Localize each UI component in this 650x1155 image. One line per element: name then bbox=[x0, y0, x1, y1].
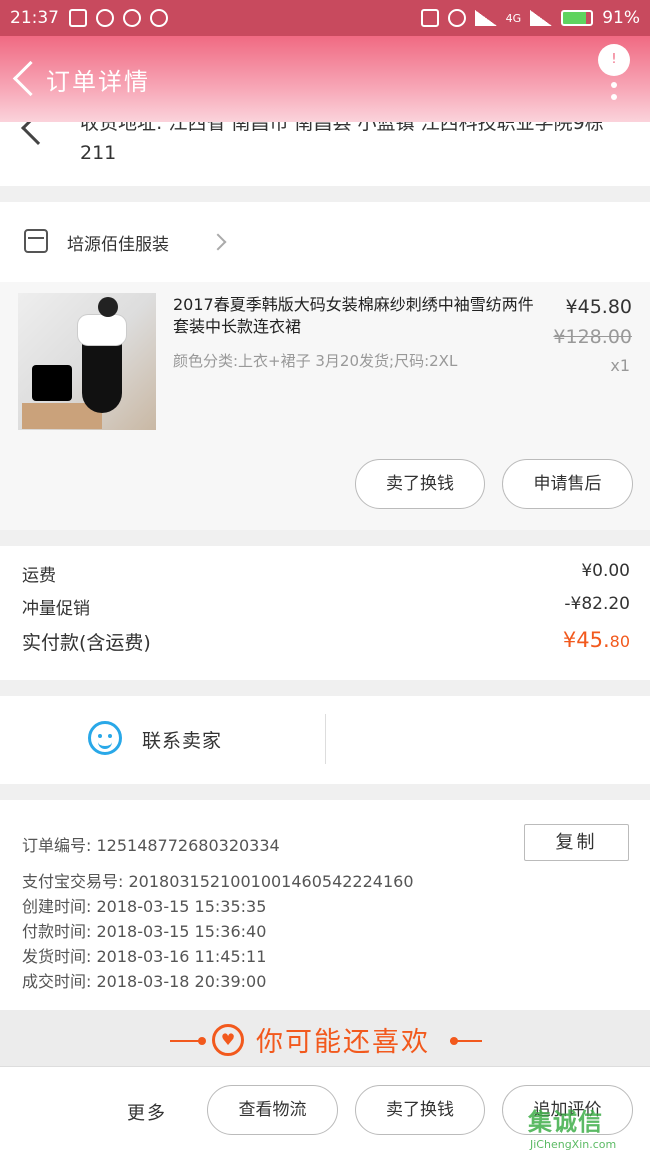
chevron-right-icon bbox=[209, 233, 227, 251]
vibrate-icon bbox=[420, 9, 439, 27]
alipay-number: 支付宝交易号: 2018031521001001460542224160 bbox=[22, 872, 414, 891]
sell-button[interactable]: 卖了换钱 bbox=[355, 459, 485, 509]
promo-label: 冲量促销 bbox=[22, 599, 90, 619]
wechat-icon bbox=[96, 9, 114, 27]
store-icon bbox=[24, 229, 48, 253]
shop-row[interactable]: 培源佰佳服装 bbox=[0, 202, 650, 282]
shipping-address: 收货地址: 江西省 南昌市 南昌县 小蓝镇 江西科技职业学院9栋211 bbox=[0, 122, 650, 186]
shipping-row: 运费 ¥0.00 bbox=[22, 561, 630, 586]
notification-icons bbox=[69, 9, 168, 27]
copy-button[interactable]: 复制 bbox=[524, 824, 629, 861]
contact-seller-button[interactable]: 联系卖家 bbox=[142, 726, 222, 753]
divider-line-right bbox=[450, 1040, 482, 1042]
signal-4g-icon bbox=[530, 10, 553, 26]
more-dot-icon bbox=[611, 94, 617, 100]
sell-button-bottom[interactable]: 卖了换钱 bbox=[355, 1085, 485, 1135]
battery-level: 91% bbox=[602, 8, 640, 28]
product-title[interactable]: 2017春夏季韩版大码女装棉麻纱刺绣中袖雪纺两件套装中长款连衣裙 bbox=[173, 294, 538, 338]
contact-bar: 联系卖家 bbox=[0, 696, 650, 784]
view-logistics-button[interactable]: 查看物流 bbox=[207, 1085, 338, 1135]
battery-icon bbox=[561, 10, 594, 26]
thumbnail-bag bbox=[32, 365, 72, 401]
shipping-label: 运费 bbox=[22, 566, 56, 586]
paid-value-cents: 80 bbox=[609, 632, 630, 651]
thumbnail-head bbox=[98, 297, 118, 317]
page-title: 订单详情 bbox=[46, 68, 150, 96]
more-button[interactable]: 更多 bbox=[127, 1099, 167, 1125]
network-type: 4G bbox=[505, 11, 522, 25]
price-summary: 运费 ¥0.00 冲量促销 -¥82.20 实付款(含运费) ¥45.80 bbox=[0, 546, 650, 680]
chat-smile-icon[interactable] bbox=[88, 721, 122, 755]
watermark-logo: 集诚信 JiChengXin.com bbox=[528, 1102, 648, 1154]
product-sku: 颜色分类:上衣+裙子 3月20发货;尺码:2XL bbox=[173, 352, 458, 370]
promo-row: 冲量促销 -¥82.20 bbox=[22, 594, 630, 619]
after-sale-button[interactable]: 申请售后 bbox=[502, 459, 633, 509]
product-quantity: x1 bbox=[610, 356, 630, 375]
status-bar: 21:37 4G 91% bbox=[0, 0, 650, 36]
address-text: 收货地址: 江西省 南昌市 南昌县 小蓝镇 江西科技职业学院9栋211 bbox=[80, 122, 604, 164]
recommend-title: 你可能还喜欢 bbox=[256, 1027, 430, 1058]
thumbnail-top bbox=[78, 315, 126, 345]
recommend-header: ♥ 你可能还喜欢 bbox=[0, 1010, 650, 1066]
paid-value: ¥45.80 bbox=[563, 628, 630, 655]
created-time: 创建时间: 2018-03-15 15:35:35 bbox=[22, 897, 267, 916]
app-icon bbox=[123, 9, 141, 27]
product-original-price: ¥128.00 bbox=[553, 326, 632, 348]
divider-dot-left bbox=[198, 1037, 206, 1045]
shipping-value: ¥0.00 bbox=[581, 561, 630, 581]
status-time: 21:37 bbox=[10, 8, 59, 28]
heart-icon: ♥ bbox=[212, 1024, 244, 1056]
notification-badge: ! bbox=[598, 44, 630, 76]
alarm-icon bbox=[447, 9, 466, 27]
product-thumbnail[interactable] bbox=[18, 293, 156, 430]
completed-time: 成交时间: 2018-03-18 20:39:00 bbox=[22, 972, 267, 991]
paid-value-main: ¥45. bbox=[562, 628, 610, 652]
watermark-text: 集诚信 bbox=[528, 1108, 603, 1136]
status-right: 4G 91% bbox=[420, 8, 640, 28]
product-item[interactable]: 2017春夏季韩版大码女装棉麻纱刺绣中袖雪纺两件套装中长款连衣裙 颜色分类:上衣… bbox=[0, 282, 650, 530]
order-number: 订单编号: 125148772680320334 bbox=[22, 836, 280, 855]
back-icon[interactable] bbox=[10, 58, 38, 98]
shop-name[interactable]: 培源佰佳服装 bbox=[67, 230, 169, 255]
headset-icon bbox=[150, 9, 168, 27]
more-dot-icon bbox=[611, 82, 617, 88]
paid-time: 付款时间: 2018-03-15 15:36:40 bbox=[22, 922, 267, 941]
paid-row: 实付款(含运费) ¥45.80 bbox=[22, 628, 630, 655]
promo-value: -¥82.20 bbox=[564, 594, 630, 614]
order-info: 订单编号: 125148772680320334 复制 支付宝交易号: 2018… bbox=[0, 800, 650, 1010]
shipped-time: 发货时间: 2018-03-16 11:45:11 bbox=[22, 947, 267, 966]
image-icon bbox=[69, 9, 87, 27]
product-price: ¥45.80 bbox=[565, 296, 632, 318]
page-header: 订单详情 ! bbox=[0, 36, 650, 122]
divider bbox=[325, 714, 326, 764]
signal-icon bbox=[474, 10, 497, 26]
location-icon bbox=[21, 122, 55, 145]
paid-label: 实付款(含运费) bbox=[22, 632, 151, 654]
more-menu-button[interactable]: ! bbox=[598, 44, 632, 104]
watermark-site: JiChengXin.com bbox=[530, 1138, 617, 1151]
